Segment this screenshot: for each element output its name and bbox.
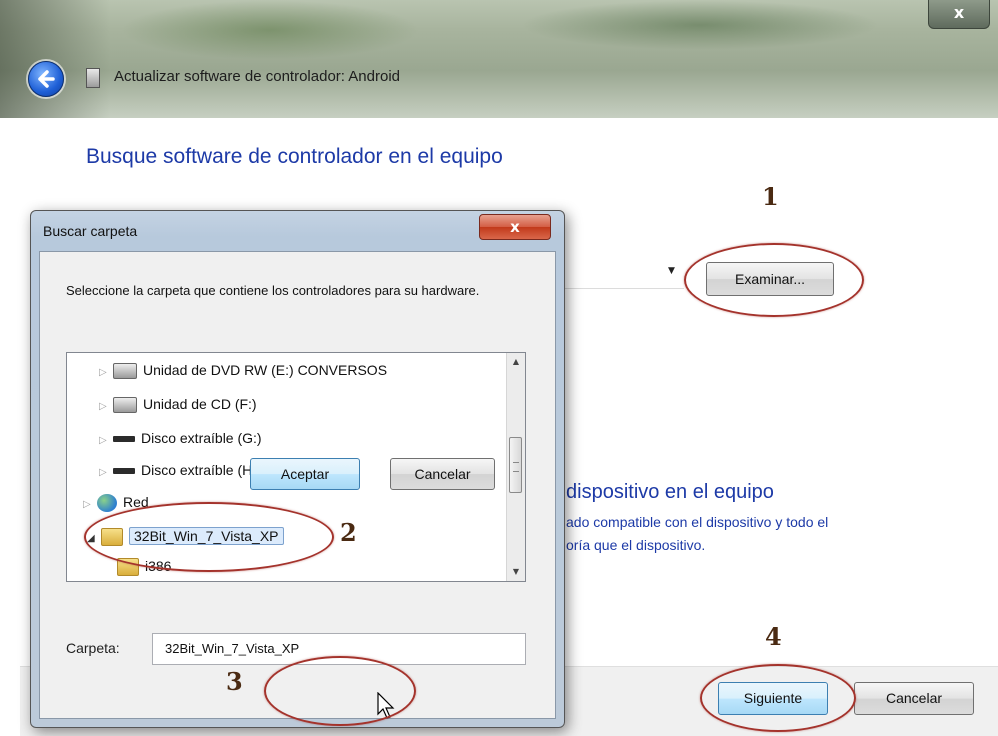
device-icon: [86, 68, 100, 88]
usb-drive-icon: [113, 436, 135, 443]
expand-icon[interactable]: ▷: [99, 460, 113, 486]
tree-item[interactable]: ▷ Unidad de CD (F:): [99, 391, 257, 417]
glass-background: [0, 0, 110, 118]
annotation-oval-4: [700, 664, 856, 732]
usb-drive-icon: [113, 468, 135, 475]
tree-item[interactable]: ▷ Disco extraíble (H:): [99, 457, 261, 483]
tree-item-label: Disco extraíble (H:): [141, 462, 261, 478]
page-heading: Busque software de controlador en el equ…: [86, 145, 503, 168]
dialog-cancel-button[interactable]: Cancelar: [390, 458, 495, 490]
annotation-oval-1: [684, 243, 864, 317]
dialog-close-button[interactable]: x: [479, 214, 551, 240]
glass-background: [520, 0, 880, 50]
step-number-2: 2: [340, 518, 357, 547]
annotation-oval-3: [264, 656, 416, 726]
expand-icon[interactable]: ▷: [99, 360, 113, 386]
option-pick-description: oría que el dispositivo.: [566, 537, 706, 553]
step-number-1: 1: [762, 182, 779, 211]
tree-item[interactable]: ▷ Disco extraíble (G:): [99, 425, 262, 451]
glass-background: [120, 0, 420, 60]
tree-item-label: Unidad de CD (F:): [143, 396, 257, 412]
dialog-instruction: Seleccione la carpeta que contiene los c…: [66, 283, 480, 298]
tree-item[interactable]: ▷ Unidad de DVD RW (E:) CONVERSOS: [99, 357, 387, 383]
folder-label: Carpeta:: [66, 640, 120, 656]
annotation-oval-2: [84, 502, 334, 572]
dialog-title: Buscar carpeta: [43, 223, 138, 239]
title-bar: [0, 0, 998, 118]
option-pick-description: ado compatible con el dispositivo y todo…: [566, 514, 829, 530]
step-number-4: 4: [765, 622, 782, 651]
path-combobox[interactable]: [560, 258, 684, 289]
tree-item-label: Disco extraíble (G:): [141, 430, 262, 446]
step-number-3: 3: [226, 667, 243, 696]
expand-icon[interactable]: ▷: [83, 492, 97, 518]
expand-icon[interactable]: ▷: [99, 394, 113, 420]
network-icon: [97, 494, 117, 513]
expand-icon[interactable]: ▷: [99, 428, 113, 454]
window-close-button[interactable]: x: [928, 0, 990, 29]
grip-icon: [513, 462, 519, 472]
dropdown-arrow-icon[interactable]: ▼: [668, 266, 675, 276]
option-pick-title[interactable]: dispositivo en el equipo: [566, 481, 774, 504]
scrollbar-thumb[interactable]: [509, 437, 522, 493]
window-title: Actualizar software de controlador: Andr…: [114, 68, 400, 85]
drive-icon: [113, 363, 137, 380]
scroll-down-icon[interactable]: ▼: [507, 563, 525, 581]
scroll-up-icon[interactable]: ▲: [507, 353, 525, 371]
ok-button[interactable]: Aceptar: [250, 458, 360, 490]
cancel-button[interactable]: Cancelar: [854, 682, 974, 715]
tree-scrollbar[interactable]: ▲ ▼: [506, 353, 525, 581]
drive-icon: [113, 397, 137, 414]
tree-item-label: Unidad de DVD RW (E:) CONVERSOS: [143, 362, 388, 378]
back-arrow-icon[interactable]: [28, 61, 64, 97]
